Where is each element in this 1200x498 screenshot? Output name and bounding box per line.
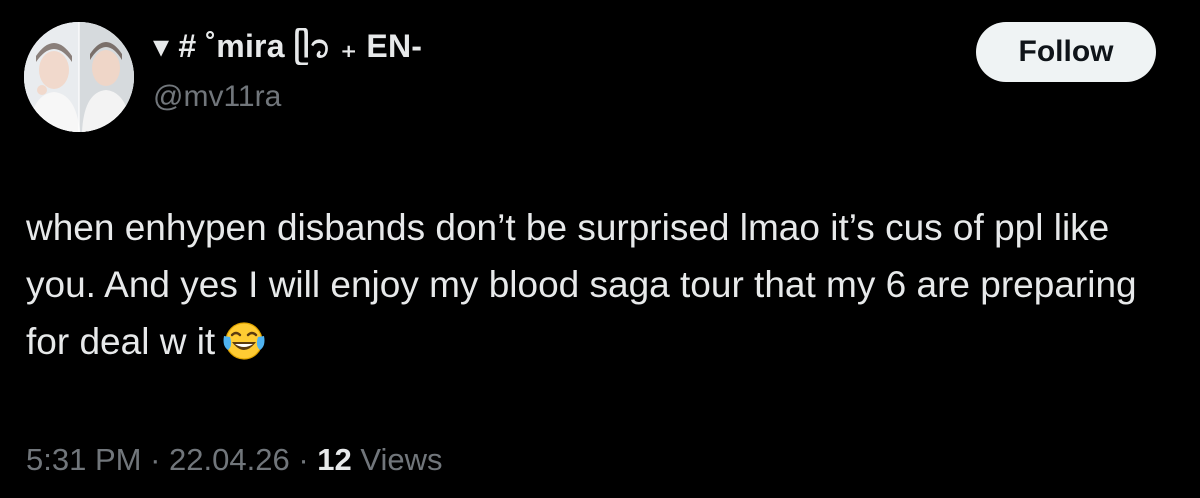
display-name-row[interactable]: ▾ # ˚mira ᥫ᭡ ₊ EN- bbox=[153, 28, 422, 72]
follow-button[interactable]: Follow bbox=[976, 22, 1156, 82]
meta-separator: · bbox=[298, 442, 309, 477]
tweet-text: when enhypen disbands don’t be surprised… bbox=[26, 199, 1176, 378]
views-count[interactable]: 12 bbox=[317, 442, 351, 477]
tweet-date[interactable]: 22.04.26 bbox=[169, 442, 290, 477]
display-name[interactable]: ▾ # ˚mira ᥫ᭡ ₊ EN- bbox=[153, 24, 422, 81]
views-label[interactable]: Views bbox=[360, 442, 442, 477]
tweet-text-content: when enhypen disbands don’t be surprised… bbox=[26, 207, 1137, 362]
tweet-time[interactable]: 5:31 PM bbox=[26, 442, 141, 477]
avatar[interactable] bbox=[24, 22, 134, 132]
user-handle[interactable]: @mv11ra bbox=[153, 80, 281, 114]
face-with-tears-of-joy-icon bbox=[221, 320, 267, 378]
tweet-meta: 5:31 PM · 22.04.26 · 12 Views bbox=[26, 442, 443, 478]
avatar-image bbox=[24, 22, 134, 132]
meta-separator: · bbox=[150, 442, 161, 477]
tweet-card: ▾ # ˚mira ᥫ᭡ ₊ EN- @mv11ra Follow when e… bbox=[0, 0, 1200, 498]
